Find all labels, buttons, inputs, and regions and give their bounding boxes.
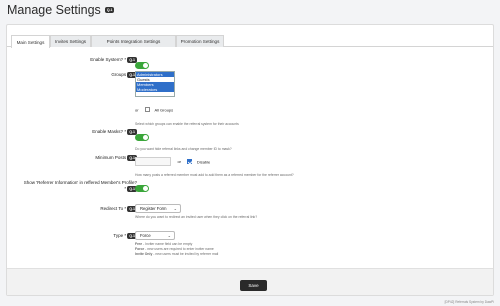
minimum-posts-or-text: or xyxy=(177,159,182,165)
groups-listbox[interactable]: Administrators Guests Members Moderators xyxy=(135,71,175,97)
tab-points-integration-settings[interactable]: Points Integration Settings xyxy=(91,35,176,47)
redirect-to-value: Register Form xyxy=(140,206,167,211)
redirect-to-hint: Where do you want to redirect an invited… xyxy=(135,215,258,219)
groups-hint: Select which groups can enable the refer… xyxy=(135,122,239,126)
type-label: Type * Q.1 xyxy=(113,233,137,239)
tab-invites-settings[interactable]: Invites Settings xyxy=(50,35,91,47)
page-title: Manage Settings Q.1 xyxy=(7,3,115,17)
enable-system-label: Enable System? * Q.1 xyxy=(90,57,137,63)
minimum-posts-input[interactable] xyxy=(135,157,171,167)
tab-main-settings[interactable]: Main Settings xyxy=(11,35,50,48)
tab-promotion-settings[interactable]: Promotion Settings xyxy=(176,35,224,47)
type-select[interactable]: Force ⌄ xyxy=(135,231,175,240)
settings-card: Main Settings Invites Settings Points In… xyxy=(6,24,494,296)
show-referrer-label: Show 'Referrer Information' in reffered … xyxy=(23,180,137,192)
form-footer: Save xyxy=(7,268,493,295)
groups-or-text: or xyxy=(135,107,139,113)
enable-masks-label: Enable Masks? * Q.1 xyxy=(92,129,137,135)
enable-masks-toggle[interactable] xyxy=(135,134,149,141)
show-referrer-toggle[interactable] xyxy=(135,185,149,192)
enable-masks-hint: Do you want hide referral links and chan… xyxy=(135,147,232,151)
minimum-posts-disable-checkbox[interactable] xyxy=(187,159,193,165)
tab-bar: Main Settings Invites Settings Points In… xyxy=(7,35,493,48)
minimum-posts-hint: How many posts a referred member must ad… xyxy=(135,173,294,177)
group-option-moderators[interactable]: Moderators xyxy=(136,87,174,92)
groups-label: Groups Q.1 xyxy=(111,72,137,78)
all-groups-label: All Groups xyxy=(154,107,174,113)
chevron-down-icon: ⌄ xyxy=(167,233,171,238)
copyright-text: [DP42] Referrals System by DawPi xyxy=(444,300,494,304)
minimum-posts-disable-label: Disable xyxy=(196,159,211,165)
redirect-to-select[interactable]: Register Form ⌄ xyxy=(135,204,181,213)
all-groups-checkbox[interactable] xyxy=(145,107,151,113)
type-hint-invite-only: Invite Only - new users must be invited … xyxy=(135,252,219,256)
chevron-down-icon: ⌄ xyxy=(173,206,177,211)
enable-system-toggle[interactable] xyxy=(135,62,149,69)
help-badge[interactable]: Q.1 xyxy=(104,7,115,13)
type-value: Force xyxy=(140,233,151,238)
page-title-text: Manage Settings xyxy=(7,3,101,17)
save-button[interactable]: Save xyxy=(240,280,267,291)
minimum-posts-label: Minimum Posts Q.1 xyxy=(95,155,137,161)
redirect-to-label: Redirect To * Q.1 xyxy=(100,206,137,212)
